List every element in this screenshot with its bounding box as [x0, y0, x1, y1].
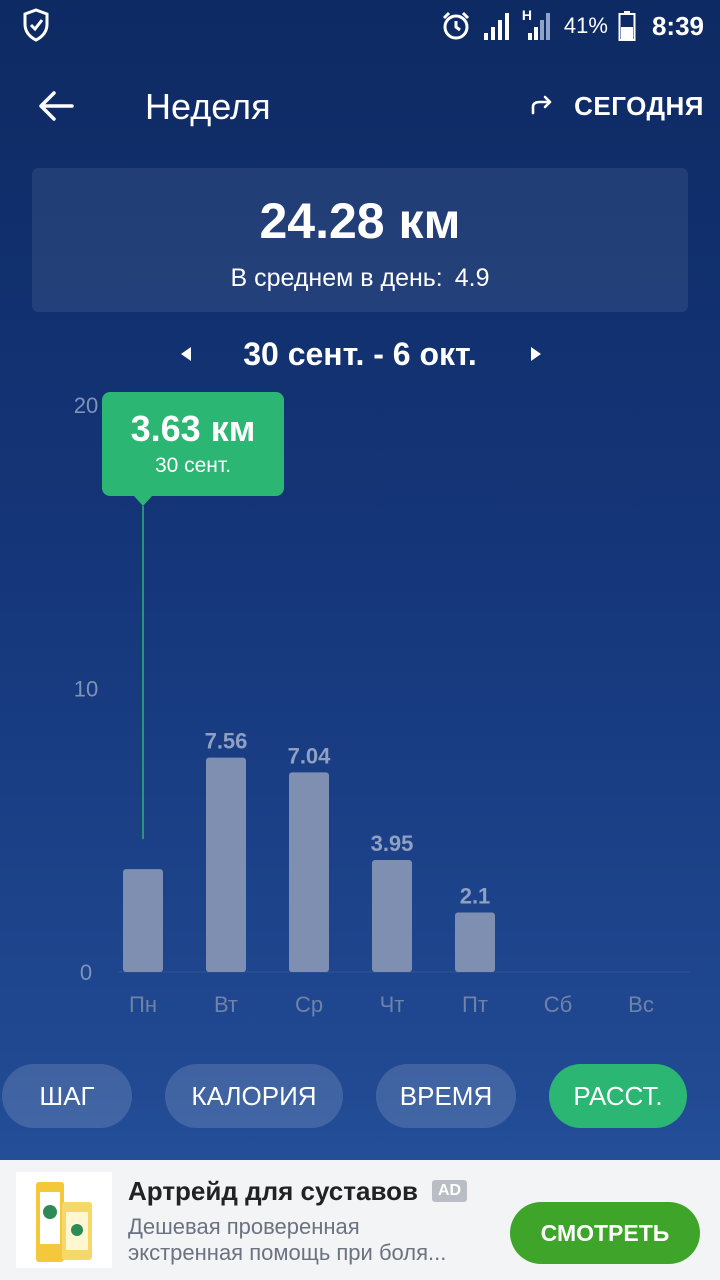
bar-value-label: 2.1	[460, 883, 491, 908]
x-category-label: Чт	[380, 992, 405, 1017]
bar-value-label: 3.95	[371, 831, 414, 856]
redo-arrow-icon	[531, 95, 552, 115]
x-category-label: Пн	[129, 992, 157, 1017]
ad-badge: AD	[432, 1180, 468, 1202]
status-bar: H 41% 8:39	[0, 0, 720, 52]
bar-1[interactable]	[123, 869, 163, 972]
bar-value-label: 7.56	[205, 729, 248, 754]
x-category-label: Пт	[462, 992, 488, 1017]
bar-5[interactable]	[455, 912, 495, 972]
back-button[interactable]	[30, 84, 82, 128]
next-week-button[interactable]	[522, 340, 550, 368]
tab-steps[interactable]: ШАГ	[2, 1064, 132, 1128]
x-category-label: Ср	[295, 992, 323, 1017]
selected-bar-tooltip: 3.63 км 30 сент.	[102, 392, 284, 506]
tooltip-value: 3.63 км	[130, 408, 256, 449]
signal-icon	[483, 13, 509, 40]
y-tick-label: 20	[74, 393, 98, 418]
y-tick-label: 10	[74, 677, 98, 702]
tab-time[interactable]: ВРЕМЯ	[376, 1064, 516, 1128]
total-distance: 24.28 км	[259, 193, 461, 249]
bar-4[interactable]	[372, 860, 412, 972]
ad-body-line-1: Дешевая проверенная	[128, 1214, 360, 1239]
today-label: СЕГОДНЯ	[574, 90, 704, 121]
daily-average: В среднем в день: 4.9	[32, 264, 688, 293]
daily-average-label: В среднем в день:	[230, 264, 443, 292]
bar-value-label: 7.04	[288, 743, 332, 768]
x-category-label: Сб	[544, 992, 573, 1017]
page-title: Неделя	[145, 86, 271, 127]
status-time: 8:39	[651, 10, 704, 41]
alarm-icon	[442, 11, 469, 40]
ad-product-image[interactable]	[16, 1172, 112, 1268]
ad-headline[interactable]: Артрейд для суставов	[128, 1176, 418, 1207]
metric-tabs: ШАГ КАЛОРИЯ ВРЕМЯ РАССТ.	[0, 1064, 720, 1130]
x-category-label: Вт	[214, 992, 238, 1017]
summary-card: 24.28 км В среднем в день: 4.9	[32, 168, 688, 312]
y-tick-label: 0	[80, 960, 92, 985]
x-category-label: Вс	[628, 992, 654, 1017]
mobile-data-signal-icon: H	[522, 7, 554, 41]
date-range-selector: 30 сент. - 6 окт.	[0, 330, 720, 378]
bar-3[interactable]	[289, 772, 329, 972]
battery-percent: 41%	[563, 13, 608, 38]
ad-watch-button[interactable]: СМОТРЕТЬ	[510, 1202, 700, 1264]
tooltip-pointer	[134, 496, 152, 506]
battery-icon	[618, 11, 636, 41]
arrow-back-icon	[39, 91, 74, 121]
app-bar: Неделя СЕГОДНЯ	[0, 70, 720, 142]
tooltip-date: 30 сент.	[154, 454, 232, 477]
shield-icon	[23, 8, 49, 42]
tab-calories[interactable]: КАЛОРИЯ	[165, 1064, 343, 1128]
date-range-text: 30 сент. - 6 окт.	[243, 336, 477, 372]
daily-average-value: 4.9	[454, 264, 490, 292]
bar-2[interactable]	[206, 757, 246, 972]
ad-body-line-2: экстренная помощь при боля...	[128, 1240, 447, 1265]
today-button[interactable]: СЕГОДНЯ	[530, 86, 704, 126]
ad-banner[interactable]: Артрейд для суставов AD Дешевая проверен…	[0, 1160, 720, 1280]
triangle-right-icon	[531, 347, 541, 361]
tab-distance[interactable]: РАССТ.	[549, 1064, 687, 1128]
